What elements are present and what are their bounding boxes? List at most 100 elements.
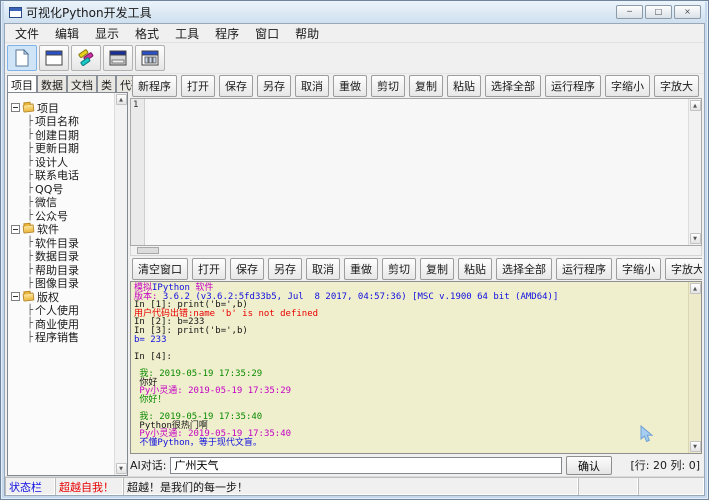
folder-icon [23, 103, 35, 112]
tree-scrollbar[interactable]: ▲ ▼ [114, 93, 127, 475]
scroll-down-icon[interactable]: ▼ [116, 463, 127, 474]
editor-toolbar-button[interactable]: 剪切 [371, 75, 405, 97]
sidebar-tab[interactable]: 文档 [67, 75, 97, 92]
editor-toolbar-button[interactable]: 字缩小 [605, 75, 650, 97]
menu-item[interactable]: 帮助 [287, 24, 327, 43]
app-icon [9, 7, 22, 18]
ai-dialog-bar: AI对话: 确认 [行: 20 列: 0] [130, 454, 702, 476]
statusbar: 状态栏超越自我！超越！是我们的每一步！ [5, 476, 704, 495]
project-tree-panel: 项目 项目名称 创建日期 [7, 92, 128, 476]
editor-line-numbers: 1 [131, 99, 145, 245]
confirm-button[interactable]: 确认 [566, 456, 612, 475]
client-area: 文件编辑显示格式工具程序窗口帮助 [4, 23, 705, 496]
editor-toolbar-button[interactable]: 新程序 [132, 75, 177, 97]
menu-item[interactable]: 程序 [207, 24, 247, 43]
menubar: 文件编辑显示格式工具程序窗口帮助 [5, 24, 704, 43]
editor-toolbar-button[interactable]: 粘贴 [447, 75, 481, 97]
editor-toolbar-button[interactable]: 重做 [333, 75, 367, 97]
status-cell: 超越自我！ [55, 477, 123, 495]
console-toolbar-button[interactable]: 字缩小 [616, 258, 661, 280]
code-editor: 1 ▲ ▼ [130, 98, 702, 256]
editor-toolbar-button[interactable]: 运行程序 [545, 75, 601, 97]
console-output[interactable]: 模拟IPython 软件版本: 3.6.2 (v3.6.2:5fd33b5, J… [131, 282, 688, 453]
editor-console-panel: 新程序打开保存另存取消重做剪切复制粘贴选择全部运行程序字缩小字放大背景色字体色 … [130, 75, 702, 476]
console-toolbar-button[interactable]: 运行程序 [556, 258, 612, 280]
editor-toolbar-button[interactable]: 取消 [295, 75, 329, 97]
console-toolbar-button[interactable]: 粘贴 [458, 258, 492, 280]
scroll-up-icon[interactable]: ▲ [690, 283, 701, 294]
menu-item[interactable]: 工具 [167, 24, 207, 43]
scroll-thumb[interactable] [137, 247, 159, 254]
status-cell: 状态栏 [5, 477, 55, 495]
tree-item[interactable]: QQ号 [11, 182, 114, 196]
menu-item[interactable]: 文件 [7, 24, 47, 43]
window-icon[interactable] [39, 45, 69, 71]
editor-code-area[interactable] [145, 99, 688, 245]
menu-item[interactable]: 编辑 [47, 24, 87, 43]
console-line: In [3]: print('b=',b) [134, 327, 685, 336]
status-cell [638, 477, 704, 495]
console-toolbar-button[interactable]: 剪切 [382, 258, 416, 280]
console-toolbar-button[interactable]: 字放大 [665, 258, 702, 280]
table-columns-icon[interactable] [135, 45, 165, 71]
ai-dialog-input[interactable] [170, 457, 562, 474]
status-cell: 超越！是我们的每一步！ [123, 477, 578, 495]
menu-item[interactable]: 窗口 [247, 24, 287, 43]
console-toolbar-button[interactable]: 取消 [306, 258, 340, 280]
console-toolbar: 清空窗口打开保存另存取消重做剪切复制粘贴选择全部运行程序字缩小字放大背景色字体色 [130, 258, 702, 280]
main-toolbar [5, 43, 704, 74]
sidebar-tab[interactable]: 项目 [7, 75, 37, 92]
tree-expander-icon[interactable] [11, 225, 20, 234]
editor-toolbar-button[interactable]: 复制 [409, 75, 443, 97]
console-toolbar-button[interactable]: 另存 [268, 258, 302, 280]
window-title: 可视化Python开发工具 [26, 4, 616, 21]
console-line: 你好！ [134, 396, 685, 405]
tree-expander-icon[interactable] [11, 103, 20, 112]
sidebar-tabs: 项目数据文档类代码帮助 [7, 75, 128, 92]
console-toolbar-button[interactable]: 打开 [192, 258, 226, 280]
console-toolbar-button[interactable]: 复制 [420, 258, 454, 280]
console-line: 我: 2019-05-19 17:35:40 [134, 413, 685, 422]
menu-item[interactable]: 格式 [127, 24, 167, 43]
sidebar-tab[interactable]: 数据 [37, 75, 67, 92]
scroll-up-icon[interactable]: ▲ [116, 94, 127, 105]
console-toolbar-button[interactable]: 保存 [230, 258, 264, 280]
console-toolbar-button[interactable]: 清空窗口 [132, 258, 188, 280]
titlebar[interactable]: 可视化Python开发工具 ─ □ × [4, 1, 705, 23]
tree-item[interactable]: 公众号 [11, 209, 114, 223]
sidebar: 项目数据文档类代码帮助 项目 [7, 75, 128, 476]
console-scrollbar[interactable]: ▲ ▼ [688, 282, 701, 453]
sidebar-tab[interactable]: 类 [97, 75, 116, 92]
console-line: In [4]: [134, 353, 685, 362]
close-button[interactable]: × [674, 5, 701, 19]
editor-toolbar-button[interactable]: 另存 [257, 75, 291, 97]
maximize-button[interactable]: □ [645, 5, 672, 19]
console-line: 用户代码出错:name 'b' is not defined [134, 310, 685, 319]
menu-item[interactable]: 显示 [87, 24, 127, 43]
editor-toolbar-button[interactable]: 保存 [219, 75, 253, 97]
minimize-button[interactable]: ─ [616, 5, 643, 19]
console-toolbar-button[interactable]: 选择全部 [496, 258, 552, 280]
editor-toolbar-button[interactable]: 打开 [181, 75, 215, 97]
format-colors-icon[interactable] [71, 45, 101, 71]
tree-item[interactable]: 程序销售 [11, 331, 114, 345]
editor-toolbar: 新程序打开保存另存取消重做剪切复制粘贴选择全部运行程序字缩小字放大背景色字体色 [130, 75, 702, 97]
folder-icon [23, 225, 35, 234]
console-segment: 不懂Python，等于现代文盲。 [134, 438, 262, 448]
editor-hscrollbar[interactable] [130, 246, 702, 256]
editor-toolbar-button[interactable]: 选择全部 [485, 75, 541, 97]
console-line [134, 344, 685, 353]
console-window-icon[interactable] [103, 45, 133, 71]
console-toolbar-button[interactable]: 重做 [344, 258, 378, 280]
scroll-down-icon[interactable]: ▼ [690, 441, 701, 452]
scroll-down-icon[interactable]: ▼ [690, 233, 701, 244]
scroll-up-icon[interactable]: ▲ [690, 100, 701, 111]
tree-expander-icon[interactable] [11, 292, 20, 301]
editor-toolbar-button[interactable]: 字放大 [654, 75, 699, 97]
tree-item[interactable]: 图像目录 [11, 277, 114, 291]
main-area: 项目数据文档类代码帮助 项目 [5, 74, 704, 476]
console-line: 我: 2019-05-19 17:35:29 [134, 370, 685, 379]
folder-icon [23, 292, 35, 301]
editor-vscrollbar[interactable]: ▲ ▼ [688, 99, 701, 245]
new-file-icon[interactable] [7, 45, 37, 71]
